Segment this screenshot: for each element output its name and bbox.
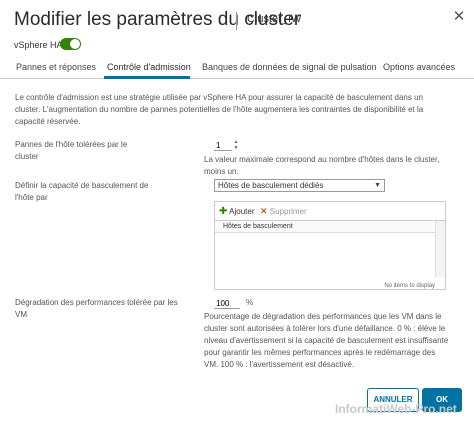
capacity-select[interactable]: Hôtes de basculement dédiés ▼ [214, 179, 385, 192]
failover-hosts-panel: ✚ Ajouter ✕ Supprimer Hôtes de basculeme… [214, 201, 446, 290]
performance-label: Dégradation des performances tolérée par… [15, 298, 178, 319]
grid-scrollbar[interactable] [435, 221, 445, 277]
chevron-down-icon: ▼ [374, 182, 381, 189]
vsphere-ha-toggle[interactable] [60, 38, 81, 50]
column-header-failover-hosts[interactable]: Hôtes de basculement [215, 221, 436, 233]
failures-label: Pannes de l'hôte tolérées par le cluster [15, 140, 128, 161]
performance-unit: % [246, 298, 254, 307]
title-divider [236, 12, 237, 30]
grid-footer: No items to display [384, 283, 435, 289]
add-host-button[interactable]: ✚ Ajouter [219, 206, 255, 217]
failover-hosts-grid: Hôtes de basculement No items to display [215, 220, 445, 290]
remove-host-button[interactable]: ✕ Supprimer [260, 206, 307, 217]
failures-help: La valeur maximale correspond au nombre … [204, 155, 440, 176]
tab-options-avancees[interactable]: Options avancées [383, 62, 455, 72]
tab-controle-admission[interactable]: Contrôle d'admission [107, 62, 191, 72]
vsphere-ha-label: vSphere HA [14, 40, 63, 50]
remove-host-label: Supprimer [269, 207, 307, 216]
failures-stepper-icon[interactable]: ▲ ▼ [232, 139, 240, 151]
performance-help: Pourcentage de dégradation des performan… [204, 312, 449, 369]
capacity-label: Définir la capacité de basculement de l'… [15, 181, 149, 202]
tab-bar: Pannes et réponses Contrôle d'admission … [0, 56, 474, 79]
failures-input[interactable] [214, 140, 232, 151]
tab-banques-de-donnees[interactable]: Banques de données de signal de pulsatio… [202, 62, 377, 72]
admission-description: Le contrôle d'admission est une stratégi… [15, 93, 424, 126]
cluster-name: Cluster_IW [247, 13, 302, 25]
tab-pannes-et-reponses[interactable]: Pannes et réponses [16, 62, 96, 72]
plus-icon: ✚ [219, 206, 228, 217]
toggle-knob [70, 39, 80, 49]
watermark: InformatiWeb-Pro.net [335, 402, 457, 416]
performance-input[interactable] [214, 298, 240, 309]
add-host-label: Ajouter [229, 207, 255, 216]
close-icon[interactable]: ✕ [451, 9, 467, 25]
remove-icon: ✕ [260, 206, 268, 216]
active-tab-indicator [104, 76, 190, 79]
capacity-select-value: Hôtes de basculement dédiés [218, 181, 324, 190]
